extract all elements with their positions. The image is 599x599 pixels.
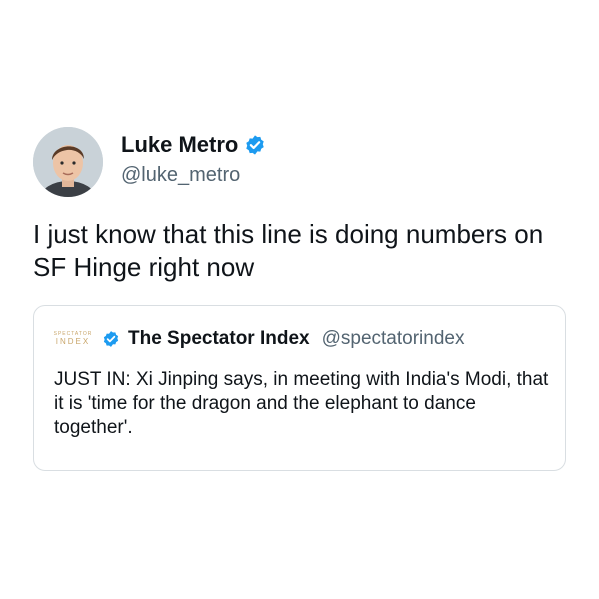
avatar-image [33, 127, 103, 197]
quoted-tweet-text: JUST IN: Xi Jinping says, in meeting wit… [54, 369, 549, 438]
author-block: Luke Metro @luke_metro [121, 131, 266, 188]
quoted-author-display-name[interactable]: The Spectator Index [128, 328, 310, 350]
tweet-text: I just know that this line is doing numb… [33, 219, 544, 282]
quoted-tweet[interactable]: SPECTATOR INDEX The Spectator Index @spe… [33, 305, 566, 471]
logo-line-2: INDEX [55, 337, 91, 346]
tweet-card: Luke Metro @luke_metro I just know that … [0, 0, 599, 599]
author-handle[interactable]: @luke_metro [121, 162, 266, 188]
quoted-tweet-header: SPECTATOR INDEX The Spectator Index @spe… [50, 328, 465, 350]
spectator-index-logo: SPECTATOR INDEX [50, 332, 96, 346]
quoted-verified-badge-icon [102, 330, 120, 348]
avatar[interactable] [33, 127, 103, 197]
quoted-author-handle[interactable]: @spectatorindex [322, 328, 465, 350]
verified-badge-icon [244, 134, 266, 156]
author-display-name[interactable]: Luke Metro [121, 131, 238, 159]
author-name-row: Luke Metro [121, 131, 266, 159]
